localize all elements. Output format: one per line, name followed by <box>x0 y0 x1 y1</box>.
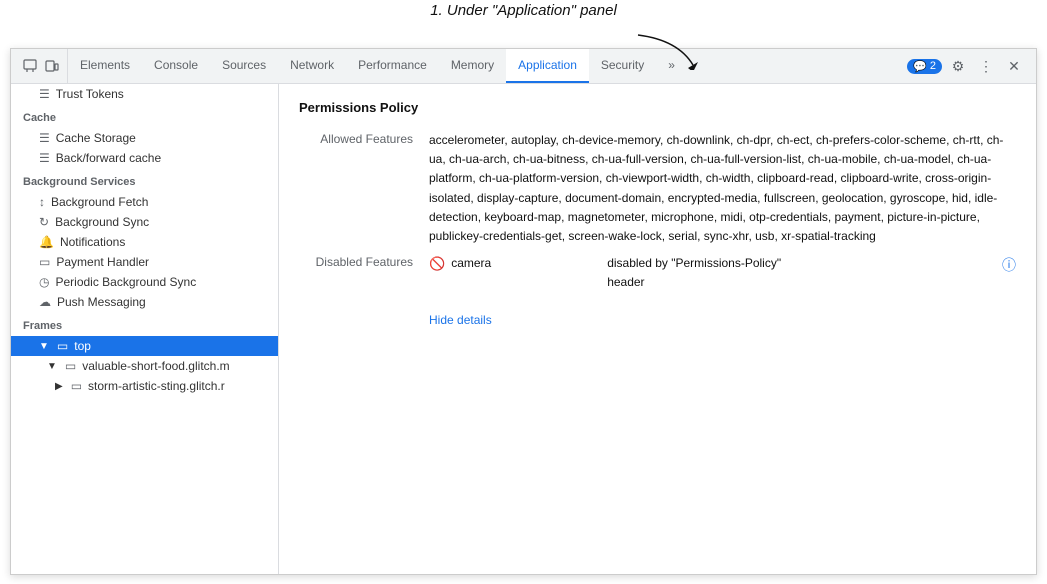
tab-security[interactable]: Security <box>589 49 656 83</box>
sidebar-section-frames: Frames <box>11 312 278 336</box>
sidebar-item-periodic-background-sync[interactable]: ◷ Periodic Background Sync <box>11 272 278 292</box>
disabled-camera-reason: disabled by "Permissions-Policy" header <box>607 254 996 292</box>
settings-button[interactable]: ⚙ <box>946 54 970 78</box>
sidebar-item-background-fetch[interactable]: ↕ Background Fetch <box>11 192 278 212</box>
disabled-features-row: Disabled Features 🚫 camera disabled by "… <box>299 254 1016 330</box>
tab-network[interactable]: Network <box>278 49 346 83</box>
message-icon: 💬 <box>913 60 927 73</box>
allowed-label: Allowed Features <box>299 131 429 146</box>
tab-more[interactable]: » <box>656 49 687 83</box>
trust-tokens-icon: ☰ <box>39 87 50 101</box>
hide-details-container: Hide details <box>429 303 1016 330</box>
sidebar-item-trust-tokens[interactable]: ☰ Trust Tokens <box>11 84 278 104</box>
allowed-features-row: Allowed Features accelerometer, autoplay… <box>299 131 1016 246</box>
info-icon[interactable]: ⓘ <box>1002 254 1016 276</box>
sidebar-item-cache-storage[interactable]: ☰ Cache Storage <box>11 128 278 148</box>
frame-child2-icon: ▭ <box>71 379 82 393</box>
sidebar-section-cache: Cache <box>11 104 278 128</box>
sidebar-section-background-services: Background Services <box>11 168 278 192</box>
sidebar-item-frame-top[interactable]: ▼ ▭ top <box>11 336 278 356</box>
device-icon[interactable] <box>43 57 61 75</box>
inspect-icon[interactable] <box>21 57 39 75</box>
close-button[interactable]: ✕ <box>1002 54 1026 78</box>
tab-bar: Elements Console Sources Network Perform… <box>11 49 1036 84</box>
sidebar-item-push-messaging[interactable]: ☁ Push Messaging <box>11 292 278 312</box>
background-fetch-icon: ↕ <box>39 195 45 209</box>
tab-memory[interactable]: Memory <box>439 49 506 83</box>
sidebar-item-frame-child2[interactable]: ▶ ▭ storm-artistic-sting.glitch.r <box>11 376 278 396</box>
sidebar-item-background-sync[interactable]: ↻ Background Sync <box>11 212 278 232</box>
frame-child1-icon: ▭ <box>65 359 76 373</box>
devtools-window: Elements Console Sources Network Perform… <box>10 48 1037 575</box>
cache-storage-icon: ☰ <box>39 131 50 145</box>
sidebar: ☰ Trust Tokens Cache ☰ Cache Storage ☰ B… <box>11 84 279 574</box>
content-area: Permissions Policy Allowed Features acce… <box>279 84 1036 574</box>
push-messaging-icon: ☁ <box>39 295 51 309</box>
periodic-sync-icon: ◷ <box>39 275 49 289</box>
expand-icon-child1: ▼ <box>47 361 57 372</box>
sidebar-item-frame-child1[interactable]: ▼ ▭ valuable-short-food.glitch.m <box>11 356 278 376</box>
error-icon: 🚫 <box>429 254 445 275</box>
allowed-features-value: accelerometer, autoplay, ch-device-memor… <box>429 131 1016 246</box>
tab-elements[interactable]: Elements <box>68 49 142 83</box>
sidebar-item-payment-handler[interactable]: ▭ Payment Handler <box>11 252 278 272</box>
sidebar-item-notifications[interactable]: 🔔 Notifications <box>11 232 278 252</box>
message-badge[interactable]: 💬 2 <box>907 59 942 74</box>
tab-performance[interactable]: Performance <box>346 49 439 83</box>
expand-icon-child2: ▶ <box>55 381 63 392</box>
hide-details-link[interactable]: Hide details <box>429 311 492 330</box>
sidebar-item-back-forward-cache[interactable]: ☰ Back/forward cache <box>11 148 278 168</box>
back-forward-icon: ☰ <box>39 151 50 165</box>
annotation-top: 1. Under "Application" panel <box>430 2 617 19</box>
tabs-container: Elements Console Sources Network Perform… <box>68 49 901 83</box>
tab-console[interactable]: Console <box>142 49 210 83</box>
tab-bar-right: 💬 2 ⚙ ⋮ ✕ <box>901 54 1032 78</box>
tab-sources[interactable]: Sources <box>210 49 278 83</box>
tab-application[interactable]: Application <box>506 49 589 83</box>
expand-icon: ▼ <box>39 341 49 352</box>
notifications-icon: 🔔 <box>39 235 54 249</box>
disabled-camera-name: camera <box>451 254 601 273</box>
main-layout: ☰ Trust Tokens Cache ☰ Cache Storage ☰ B… <box>11 84 1036 574</box>
frame-top-icon: ▭ <box>57 339 68 353</box>
background-sync-icon: ↻ <box>39 215 49 229</box>
disabled-features-section: 🚫 camera disabled by "Permissions-Policy… <box>429 254 1016 330</box>
tab-bar-icons <box>15 49 68 83</box>
disabled-entry-camera: 🚫 camera disabled by "Permissions-Policy… <box>429 254 1016 292</box>
more-options-button[interactable]: ⋮ <box>974 54 998 78</box>
payment-handler-icon: ▭ <box>39 255 50 269</box>
content-title: Permissions Policy <box>299 100 1016 115</box>
disabled-label: Disabled Features <box>299 254 429 269</box>
